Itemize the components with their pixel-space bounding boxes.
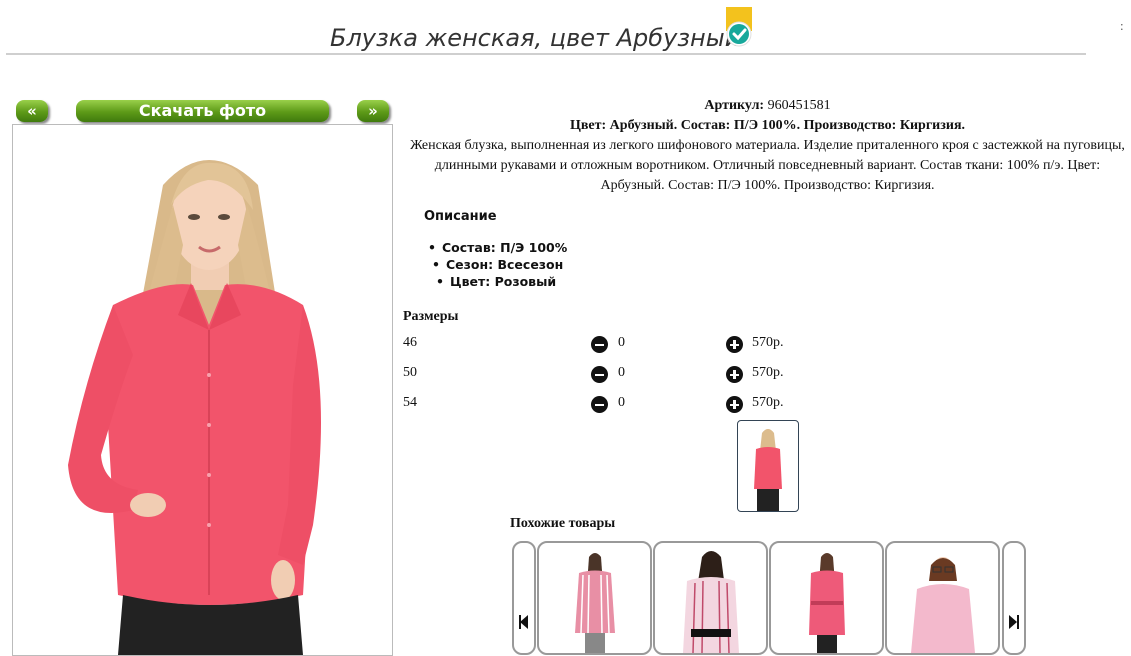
page-title: Блузка женская, цвет Арбузный — [330, 24, 741, 52]
product-info: Артикул: 960451581 Цвет: Арбузный. Соста… — [400, 96, 1131, 196]
main-product-photo[interactable] — [12, 124, 393, 656]
verified-badge-icon — [726, 7, 752, 47]
prev-photo-button[interactable]: « — [16, 100, 48, 122]
header-divider — [6, 53, 1086, 55]
similar-heading: Похожие товары — [510, 516, 616, 531]
minus-icon[interactable] — [591, 396, 608, 413]
carousel-prev-button[interactable] — [512, 541, 536, 655]
similar-item-card[interactable] — [653, 541, 768, 655]
product-summary: Цвет: Арбузный. Состав: П/Э 100%. Произв… — [569, 118, 966, 133]
price-value: 570р. — [752, 365, 784, 380]
size-value: 50 — [403, 365, 417, 380]
similar-item-card[interactable] — [885, 541, 1000, 655]
features-heading: Описание — [424, 209, 497, 224]
quantity-value: 0 — [618, 365, 625, 380]
price-value: 570р. — [752, 395, 784, 410]
plus-icon[interactable] — [726, 336, 743, 353]
size-row: 50 0 570р. — [403, 365, 803, 385]
quantity-value: 0 — [618, 335, 625, 350]
download-photo-button[interactable]: Скачать фото — [76, 100, 329, 122]
article-label: Артикул: — [704, 98, 765, 113]
article-line: Артикул: 960451581 — [400, 96, 1131, 116]
product-thumbnail[interactable] — [737, 420, 799, 512]
sizes-heading: Размеры — [403, 309, 459, 324]
skip-forward-icon — [1017, 615, 1019, 629]
product-description: Женская блузка, выполненная из легкого ш… — [410, 138, 1125, 193]
article-value: 960451581 — [767, 98, 831, 113]
plus-icon[interactable] — [726, 366, 743, 383]
size-value: 46 — [403, 335, 417, 350]
plus-icon[interactable] — [726, 396, 743, 413]
feature-item: Состав: П/Э 100% — [428, 240, 567, 255]
page-header: Блузка женская, цвет Арбузный — [0, 0, 1090, 58]
carousel-next-button[interactable] — [1002, 541, 1026, 655]
minus-icon[interactable] — [591, 366, 608, 383]
price-value: 570р. — [752, 335, 784, 350]
feature-item: Сезон: Всесезон — [432, 257, 563, 272]
minus-icon[interactable] — [591, 336, 608, 353]
similar-item-card[interactable] — [537, 541, 652, 655]
quantity-value: 0 — [618, 395, 625, 410]
next-photo-button[interactable]: » — [357, 100, 389, 122]
size-row: 46 0 570р. — [403, 335, 803, 355]
feature-item: Цвет: Розовый — [436, 274, 556, 289]
size-value: 54 — [403, 395, 417, 410]
size-row: 54 0 570р. — [403, 395, 803, 415]
similar-item-card[interactable] — [769, 541, 884, 655]
stray-char: : — [1120, 18, 1124, 33]
